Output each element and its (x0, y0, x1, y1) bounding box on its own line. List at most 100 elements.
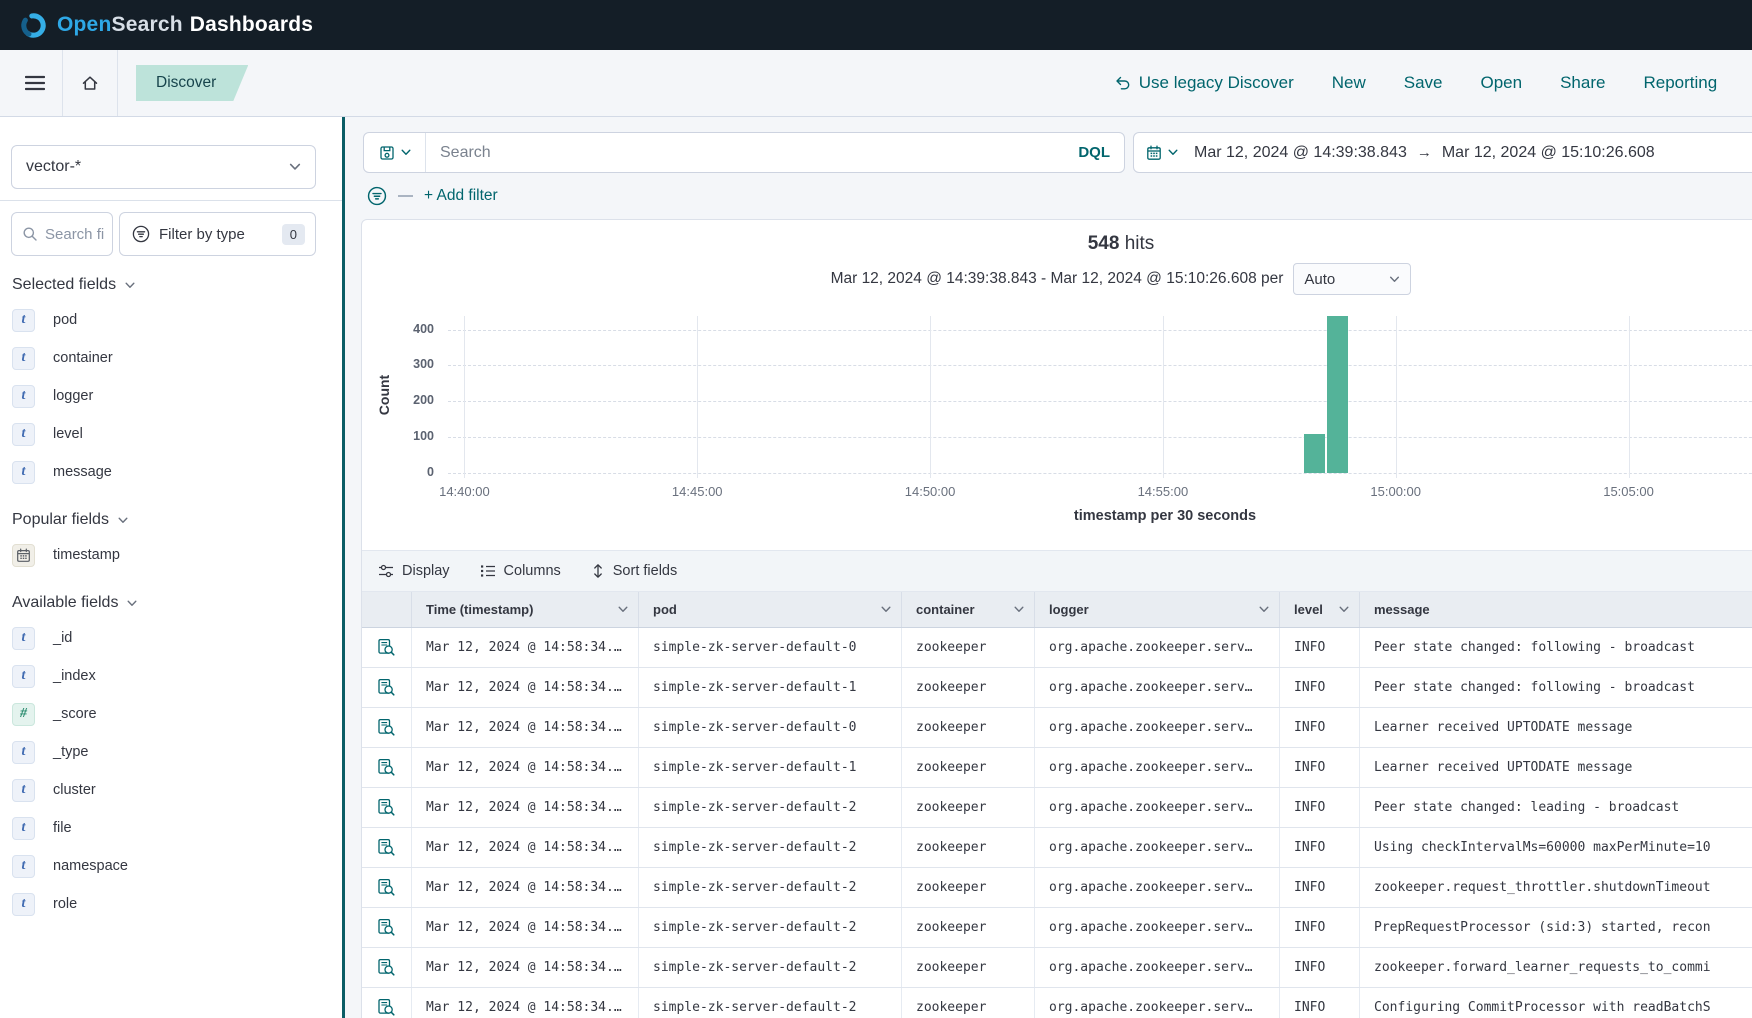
query-language-button[interactable]: DQL (1064, 144, 1124, 161)
search-input[interactable] (426, 144, 1064, 162)
table-toolbar: Display Columns Sort fields (362, 550, 1752, 592)
field-search-input[interactable] (45, 226, 106, 243)
field-item-pod[interactable]: tpod (0, 301, 342, 339)
expand-icon (377, 678, 396, 697)
field-item-logger[interactable]: tlogger (0, 377, 342, 415)
field-list-available: t_idt_index#_scoret_typetclustertfiletna… (0, 619, 342, 923)
hits-summary: 548 hits (362, 233, 1752, 257)
chevron-down-icon (118, 517, 128, 524)
field-item-id[interactable]: t_id (0, 619, 342, 657)
expand-document-button[interactable] (377, 878, 396, 897)
field-item-type[interactable]: t_type (0, 733, 342, 771)
text-type-icon: t (12, 893, 35, 916)
interval-select[interactable]: Auto (1293, 263, 1411, 295)
cell-time: Mar 12, 2024 @ 14:58:34.… (412, 708, 639, 747)
cell-logger: org.apache.zookeeper.serv… (1035, 748, 1280, 787)
date-quick-select[interactable] (1146, 145, 1194, 161)
section-heading-selected[interactable]: Selected fields (12, 276, 342, 294)
column-header-level[interactable]: level (1280, 592, 1360, 627)
field-item-timestamp[interactable]: timestamp (0, 536, 342, 574)
column-header-message[interactable]: message (1360, 592, 1752, 627)
gridline (448, 401, 1752, 402)
menu-button[interactable] (12, 50, 58, 116)
filter-by-type-button[interactable]: Filter by type 0 (119, 212, 316, 256)
action-save[interactable]: Save (1404, 73, 1443, 93)
breadcrumb-discover[interactable]: Discover (136, 65, 248, 101)
cell-level: INFO (1280, 668, 1360, 707)
action-new[interactable]: New (1332, 73, 1366, 93)
expand-document-button[interactable] (377, 718, 396, 737)
cell-container: zookeeper (902, 748, 1035, 787)
cell-time: Mar 12, 2024 @ 14:58:34.… (412, 748, 639, 787)
field-list-popular: timestamp (0, 536, 342, 574)
field-item-score[interactable]: #_score (0, 695, 342, 733)
top-toolbar: Discover Use legacy Discover New Save Open S… (0, 50, 1752, 117)
expand-document-button[interactable] (377, 918, 396, 937)
table-row: Mar 12, 2024 @ 14:58:34.…simple-zk-serve… (362, 668, 1752, 708)
expand-document-button[interactable] (377, 678, 396, 697)
add-filter-button[interactable]: + Add filter (424, 187, 498, 205)
x-tick-label: 14:40:00 (439, 484, 490, 499)
field-item-role[interactable]: trole (0, 885, 342, 923)
chevron-down-icon (881, 606, 891, 613)
gridline (930, 316, 931, 478)
column-header-time-timestamp[interactable]: Time (timestamp) (412, 592, 639, 627)
histogram-subtitle: Mar 12, 2024 @ 14:39:38.843 - Mar 12, 20… (362, 263, 1752, 295)
date-range-end[interactable]: Mar 12, 2024 @ 15:10:26.608 (1442, 144, 1655, 162)
field-name: level (53, 426, 83, 442)
field-item-container[interactable]: tcontainer (0, 339, 342, 377)
section-heading-popular[interactable]: Popular fields (12, 511, 342, 529)
section-heading-available[interactable]: Available fields (12, 594, 342, 612)
cell-message: Using checkIntervalMs=60000 maxPerMinute… (1360, 828, 1752, 867)
sort-fields-button[interactable]: Sort fields (591, 563, 677, 579)
expand-icon (377, 838, 396, 857)
field-name: container (53, 350, 113, 366)
field-item-file[interactable]: tfile (0, 809, 342, 847)
display-button[interactable]: Display (378, 563, 450, 579)
cell-message: Configuring CommitProcessor with readBat… (1360, 988, 1752, 1018)
calendar-icon (12, 544, 35, 567)
cell-pod: simple-zk-server-default-2 (639, 988, 902, 1018)
opensearch-logo-icon (20, 12, 47, 39)
field-item-index[interactable]: t_index (0, 657, 342, 695)
column-header-logger[interactable]: logger (1035, 592, 1280, 627)
action-reporting[interactable]: Reporting (1643, 73, 1717, 93)
home-button[interactable] (67, 50, 113, 116)
filter-icon[interactable] (367, 186, 387, 206)
opensearch-logo[interactable]: OpenSearchDashboards (20, 12, 313, 39)
top-actions-nav: Use legacy Discover New Save Open Share Repor… (1115, 73, 1752, 93)
field-item-message[interactable]: tmessage (0, 453, 342, 491)
field-item-level[interactable]: tlevel (0, 415, 342, 453)
column-header-pod[interactable]: pod (639, 592, 902, 627)
histogram-bar-14-58-00[interactable] (1304, 434, 1325, 473)
field-item-cluster[interactable]: tcluster (0, 771, 342, 809)
expand-document-button[interactable] (377, 638, 396, 657)
date-range-start[interactable]: Mar 12, 2024 @ 14:39:38.843 (1194, 144, 1407, 162)
column-header-container[interactable]: container (902, 592, 1035, 627)
field-name: _type (53, 744, 88, 760)
cell-time: Mar 12, 2024 @ 14:58:34.… (412, 948, 639, 987)
expand-document-button[interactable] (377, 998, 396, 1017)
expand-document-button[interactable] (377, 958, 396, 977)
chevron-down-icon (289, 163, 301, 171)
expand-icon (377, 958, 396, 977)
saved-query-menu[interactable] (364, 133, 426, 172)
fields-sidebar: vector-* Filter by type 0 Selected field… (0, 117, 342, 1018)
filter-bar: + Add filter (367, 186, 1752, 206)
cell-logger: org.apache.zookeeper.serv… (1035, 708, 1280, 747)
columns-button[interactable]: Columns (480, 563, 561, 579)
chevron-down-icon (127, 600, 137, 607)
histogram-bar-14-58-30[interactable] (1327, 316, 1348, 473)
action-share[interactable]: Share (1560, 73, 1605, 93)
field-controls: Filter by type 0 (11, 212, 342, 256)
field-item-namespace[interactable]: tnamespace (0, 847, 342, 885)
action-use-legacy-discover[interactable]: Use legacy Discover (1115, 73, 1294, 93)
x-tick-label: 15:00:00 (1370, 484, 1421, 499)
y-tick-label: 300 (362, 357, 434, 371)
field-list-selected: tpodtcontainertloggertleveltmessage (0, 301, 342, 491)
expand-document-button[interactable] (377, 758, 396, 777)
index-pattern-select[interactable]: vector-* (11, 145, 316, 189)
expand-document-button[interactable] (377, 838, 396, 857)
expand-document-button[interactable] (377, 798, 396, 817)
action-open[interactable]: Open (1481, 73, 1523, 93)
